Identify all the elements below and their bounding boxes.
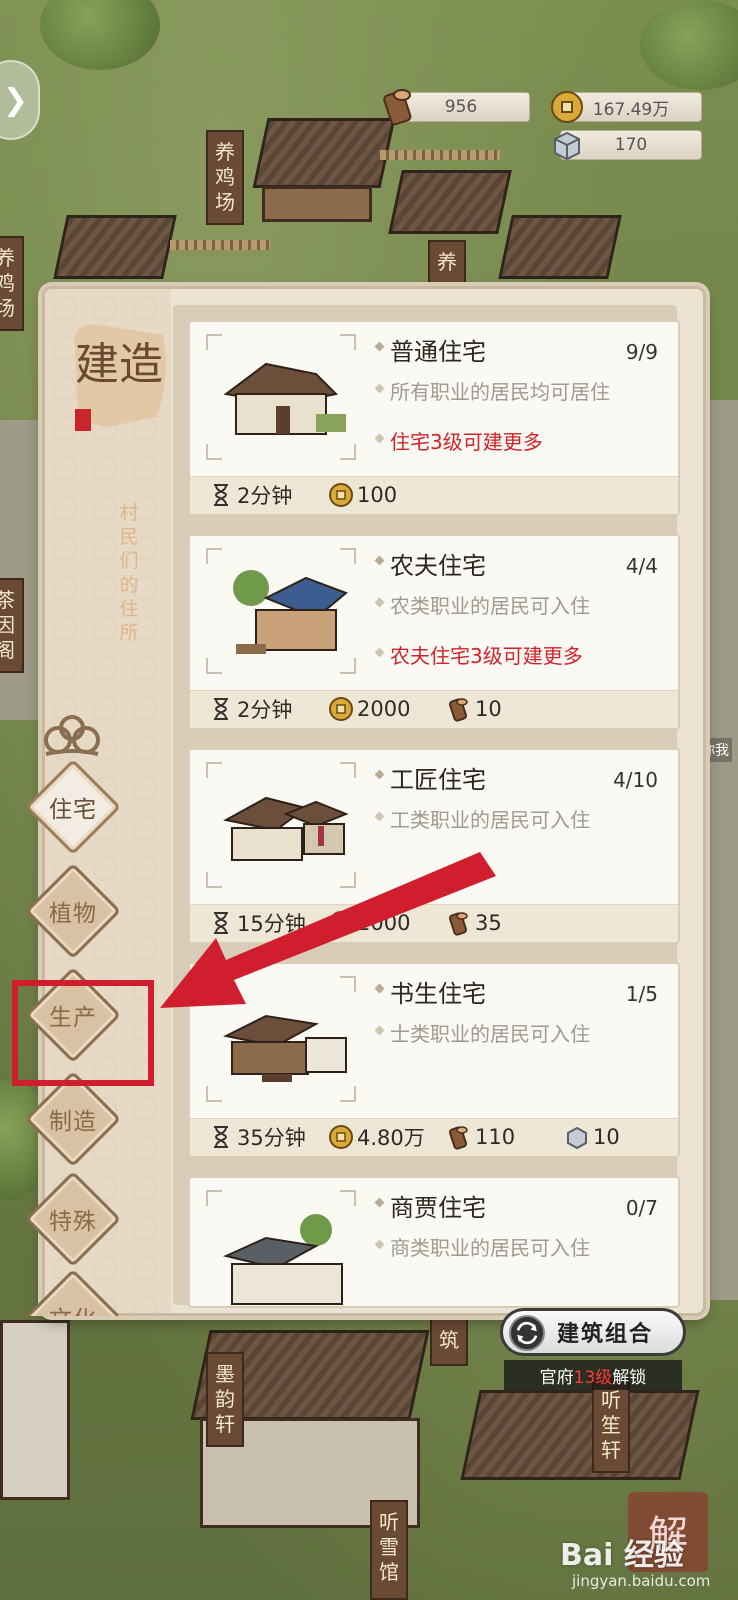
building-desc: 农类职业的居民可入住 [390, 590, 590, 619]
building-count: 0/7 [625, 1196, 658, 1220]
coin-value: 167.49万 [592, 99, 670, 120]
cost-bar: 2分钟 100 [190, 476, 678, 514]
building-desc: 所有职业的居民均可居住 [390, 376, 610, 405]
house-illustration-icon [223, 362, 346, 435]
sign-mo-yun: 墨韵轩 [206, 1352, 244, 1447]
wood-icon [383, 89, 412, 126]
building-name: 普通住宅 [390, 332, 486, 367]
wood-icon [448, 698, 468, 722]
coin-icon [551, 91, 583, 123]
building-thumbnail [206, 334, 356, 460]
stone-value: 170 [614, 135, 648, 155]
cost-bar: 2分钟 2000 10 [190, 690, 678, 728]
cost-bar: 35分钟 4.80万 110 10 [190, 1118, 678, 1156]
hut-roof [388, 170, 512, 234]
building-card-farmer[interactable]: 农夫住宅 4/4 农类职业的居民可入住 农夫住宅3级可建更多 2分钟 2000 … [188, 534, 680, 730]
coin-icon [329, 697, 353, 721]
building-count: 1/5 [625, 982, 658, 1006]
stone-cost: 10 [564, 1122, 620, 1152]
tab-culture-label: 文化 [26, 1270, 120, 1316]
building-desc: 商类职业的居民可入住 [390, 1232, 590, 1261]
stone-icon [567, 1126, 587, 1150]
wood-cost: 110 [446, 1122, 515, 1152]
tab-plants-label: 植物 [49, 901, 97, 927]
wood-icon [448, 1126, 468, 1150]
building-count: 4/4 [625, 554, 658, 578]
house-illustration-icon [222, 1214, 343, 1305]
hut-roof [252, 118, 396, 188]
hourglass-icon [214, 1126, 228, 1148]
house-illustration-icon [233, 570, 348, 654]
sign-ting-sheng: 听笙轩 [592, 1378, 630, 1473]
tab-manufacture[interactable]: 制造 [24, 1070, 122, 1168]
tab-residence[interactable]: 住宅 [24, 758, 122, 856]
coin-icon [329, 1125, 353, 1149]
building-warning: 住宅3级可建更多 [390, 426, 543, 455]
highlight-box [12, 980, 154, 1086]
build-time: 35分钟 [208, 1122, 306, 1152]
wood-counter: 956 [383, 89, 530, 126]
hut-roof [53, 215, 177, 279]
building-desc: 工类职业的居民可入住 [390, 804, 590, 833]
logo-char-1: 建造 [75, 339, 163, 390]
fence [380, 150, 500, 160]
hourglass-icon [214, 698, 228, 720]
build-time: 2分钟 [208, 480, 292, 510]
building-combo-button[interactable]: 建筑组合 [500, 1308, 686, 1356]
building-name: 商贾住宅 [390, 1188, 486, 1223]
tab-residence-label: 住宅 [49, 797, 97, 823]
building-thumbnail [206, 548, 356, 674]
tab-culture[interactable]: 文化 [26, 1270, 120, 1316]
wood-value: 956 [444, 97, 478, 117]
build-time: 2分钟 [208, 694, 292, 724]
sign-left-2: 茶因阁 [0, 578, 24, 673]
wood-cost: 10 [446, 694, 502, 724]
hourglass-icon [214, 484, 228, 506]
building-warning: 农夫住宅3级可建更多 [390, 640, 583, 669]
coin-cost: 4.80万 [328, 1122, 425, 1152]
combo-label: 建筑组合 [557, 1322, 654, 1347]
building-card-merchant[interactable]: 商贾住宅 0/7 商类职业的居民可入住 [188, 1176, 680, 1308]
hut [262, 186, 372, 222]
tab-plants[interactable]: 植物 [24, 862, 122, 960]
coin-cost: 100 [328, 480, 397, 510]
coin-icon [329, 483, 353, 507]
stone-counter: 170 [554, 130, 702, 161]
building-count: 4/10 [613, 768, 658, 792]
build-logo: 建造 [74, 324, 166, 431]
annotation-arrow-icon [160, 852, 496, 1008]
panel-subtitle: 村民们的住所 [119, 502, 139, 644]
building-count: 9/9 [625, 340, 658, 364]
coin-counter: 167.49万 [551, 91, 702, 123]
sign-ting-xue: 听雪馆 [370, 1500, 408, 1600]
sign-chicken-farm: 养鸡场 [206, 130, 244, 225]
building-name: 工匠住宅 [390, 760, 486, 795]
sign-left-1: 养鸡场 [0, 236, 24, 331]
knot-ornament [44, 715, 100, 756]
stone-path [0, 420, 40, 720]
hut-roof [460, 1390, 700, 1480]
stone-icon [554, 131, 580, 161]
collapse-button[interactable]: ❯ [0, 60, 40, 140]
hut-roof [498, 215, 622, 279]
building-name: 农夫住宅 [390, 546, 486, 581]
sign-zhu: 筑 [430, 1318, 468, 1366]
building-thumbnail [206, 1190, 356, 1306]
building-card-common[interactable]: 普通住宅 9/9 所有职业的居民均可居住 住宅3级可建更多 2分钟 100 [188, 320, 680, 516]
tab-special-label: 特殊 [49, 1209, 97, 1235]
fence [170, 240, 270, 250]
tab-manufacture-label: 制造 [49, 1109, 97, 1135]
tab-special[interactable]: 特殊 [24, 1170, 122, 1268]
watermark-url: jingyan.baidu.com [572, 1572, 711, 1590]
coin-cost: 2000 [328, 694, 410, 724]
swap-icon [509, 1315, 545, 1351]
combo-unlock-hint: 官府 13级 解锁 [504, 1360, 682, 1390]
hut [0, 1320, 70, 1500]
watermark-brand: Bai 经验 [560, 1538, 684, 1573]
